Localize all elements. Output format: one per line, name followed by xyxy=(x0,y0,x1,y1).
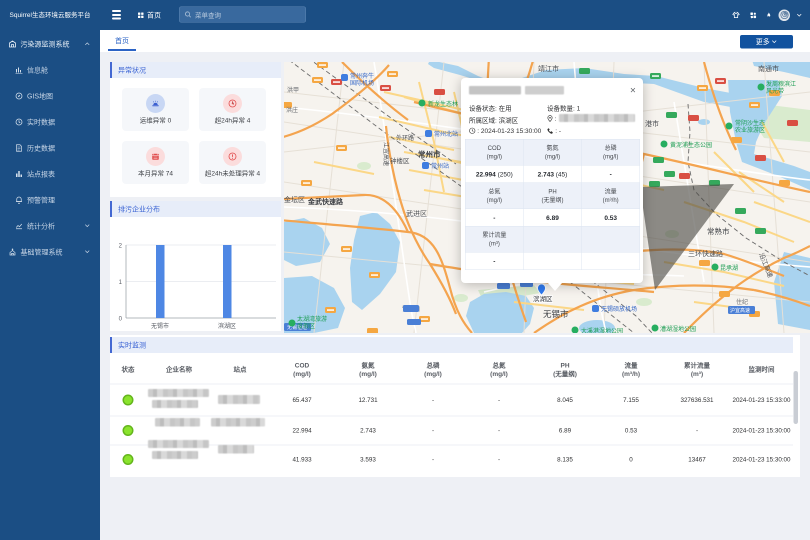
svg-text:南通市: 南通市 xyxy=(758,64,779,73)
svg-text:漕湖湿地公园: 漕湖湿地公园 xyxy=(660,325,696,333)
svg-text:风光带: 风光带 xyxy=(766,87,784,95)
svg-text:常州北站: 常州北站 xyxy=(434,130,458,138)
svg-text:常阴沙生态: 常阴沙生态 xyxy=(735,119,765,127)
svg-text:钟楼区: 钟楼区 xyxy=(390,156,410,165)
svg-text:常州站: 常州站 xyxy=(431,162,449,170)
svg-text:金坛区: 金坛区 xyxy=(284,195,305,204)
svg-text:无锡市: 无锡市 xyxy=(543,309,569,319)
svg-text:江宜高速: 江宜高速 xyxy=(382,142,390,166)
svg-text:金武快速路: 金武快速路 xyxy=(307,197,344,206)
svg-text:住纪: 住纪 xyxy=(736,298,748,306)
svg-text:度假区: 度假区 xyxy=(297,322,315,330)
svg-text:2: 2 xyxy=(119,244,123,250)
svg-text:昆承湖: 昆承湖 xyxy=(720,264,738,272)
svg-text:常州奔牛: 常州奔牛 xyxy=(350,72,374,80)
svg-text:洪甲: 洪甲 xyxy=(287,86,299,94)
svg-text:1: 1 xyxy=(119,280,123,286)
svg-text:外环路: 外环路 xyxy=(396,134,414,142)
svg-text:三环快速路: 三环快速路 xyxy=(688,249,723,258)
svg-text:发周粮滨江: 发周粮滨江 xyxy=(766,80,796,88)
svg-text:沪宜高速: 沪宜高速 xyxy=(730,307,750,314)
svg-text:太湖湾旅游: 太湖湾旅游 xyxy=(297,315,327,323)
svg-text:农业旅游区: 农业旅游区 xyxy=(735,126,765,134)
svg-text:黄泥浦生态公园: 黄泥浦生态公园 xyxy=(670,141,712,149)
svg-text:滨湖区: 滨湖区 xyxy=(533,294,553,303)
svg-text:滨湖区: 滨湖区 xyxy=(218,322,236,330)
svg-text:常熟市: 常熟市 xyxy=(707,226,730,236)
svg-text:新龙生态林: 新龙生态林 xyxy=(428,100,458,108)
svg-text:无锡硕放机场: 无锡硕放机场 xyxy=(601,305,637,313)
svg-text:无锡市: 无锡市 xyxy=(151,322,169,330)
svg-text:国际机场: 国际机场 xyxy=(350,79,374,87)
svg-text:靖江市: 靖江市 xyxy=(538,64,559,73)
svg-text:洪庄: 洪庄 xyxy=(286,106,298,114)
svg-text:武进区: 武进区 xyxy=(406,209,427,218)
svg-text:常州市: 常州市 xyxy=(418,149,441,159)
svg-text:0: 0 xyxy=(119,317,123,323)
svg-text:港市: 港市 xyxy=(645,119,659,128)
